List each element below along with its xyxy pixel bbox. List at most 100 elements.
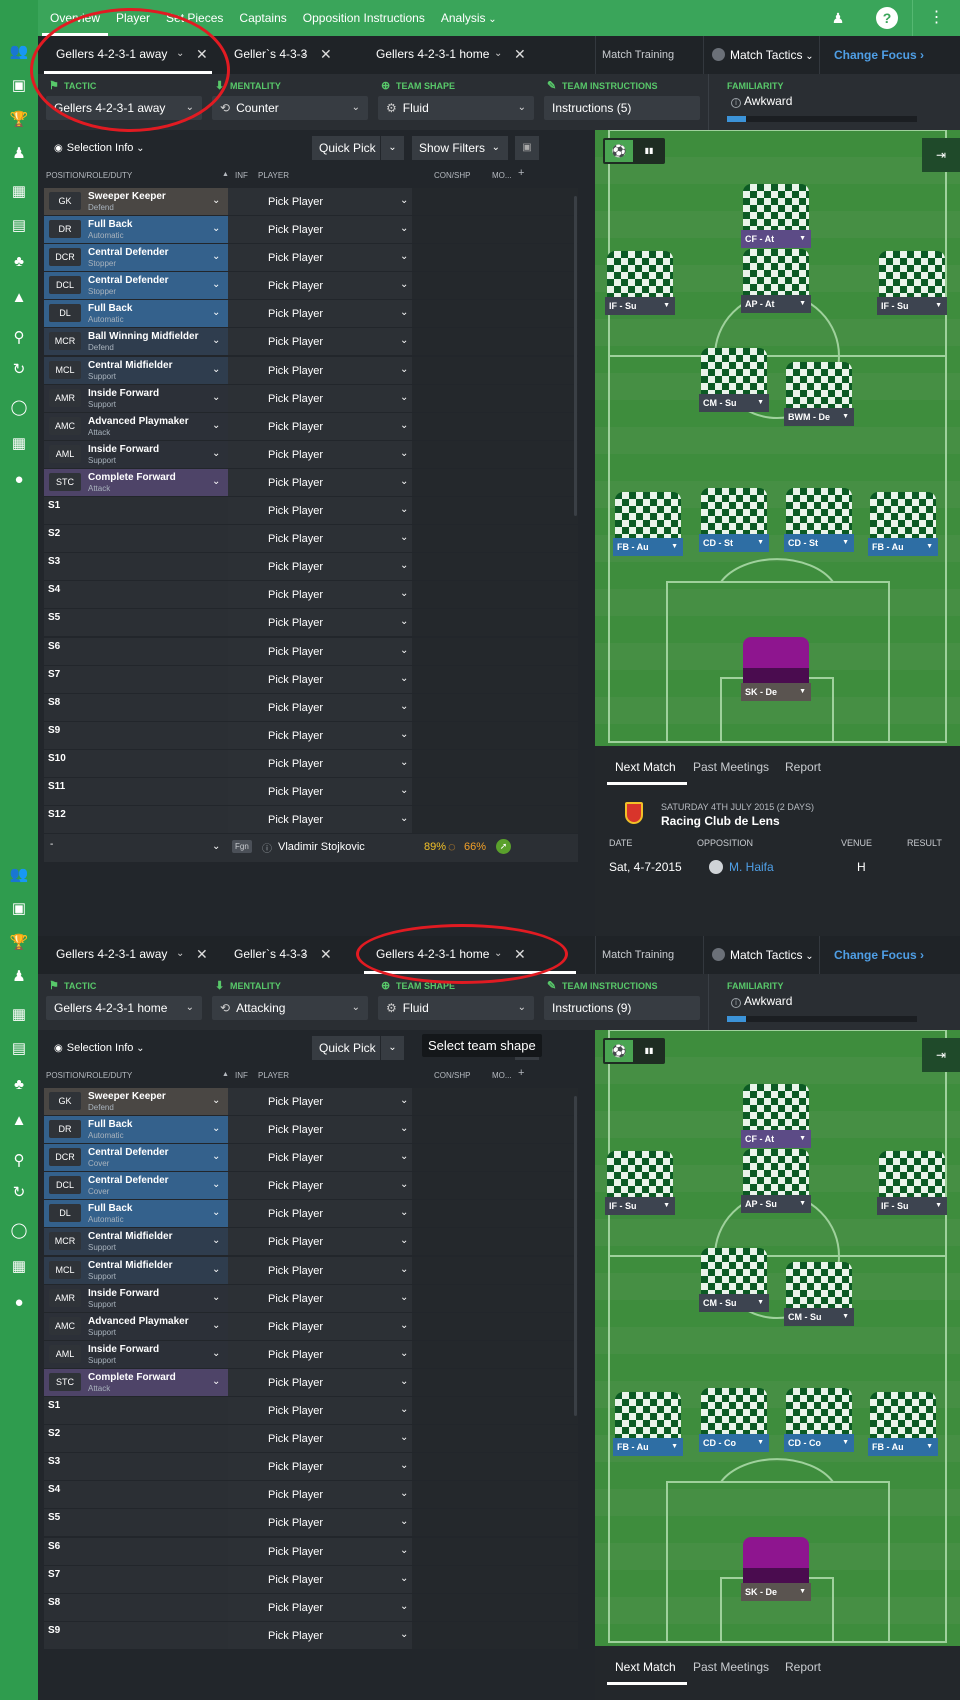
player-position-slot[interactable]: IF - Su ▼ (605, 251, 675, 315)
player-position-slot[interactable]: CM - Su ▼ (699, 348, 769, 412)
role-cell[interactable]: AMC Advanced Playmaker Support ⌄ (44, 1312, 228, 1340)
calendar-icon[interactable]: ▣ (6, 74, 32, 96)
tab-next-match[interactable]: Next Match (615, 760, 676, 774)
transfer-icon[interactable]: ↻ (6, 358, 32, 380)
add-column-icon[interactable]: + (518, 167, 524, 179)
chevron-down-icon[interactable]: ⌄ (212, 335, 220, 346)
player-picker[interactable]: Pick Player ⌄ (252, 1116, 412, 1144)
match-training-focus-button[interactable]: Match Training Focus (595, 936, 703, 999)
player-picker[interactable]: Pick Player ⌄ (252, 1284, 412, 1312)
chevron-down-icon[interactable]: ⌄ (212, 1207, 220, 1218)
show-filters-button[interactable]: Show Filters ⌄ (412, 136, 508, 160)
role-cell[interactable]: DCR Central Defender Stopper ⌄ (44, 244, 228, 272)
player-picker[interactable]: Pick Player ⌄ (252, 1340, 412, 1368)
player-picker[interactable]: Pick Player ⌄ (252, 412, 412, 440)
sort-up-icon[interactable]: ▲ (222, 171, 229, 178)
header-player[interactable]: PLAYER (258, 171, 289, 180)
close-icon[interactable]: ✕ (320, 936, 332, 972)
player-picker[interactable]: Pick Player ⌄ (252, 721, 412, 749)
chevron-down-icon[interactable]: ⌄ (212, 1292, 220, 1303)
chevron-down-icon[interactable]: ⌄ (212, 1348, 220, 1359)
shield-icon[interactable]: ◯ (6, 396, 32, 418)
close-icon[interactable]: ✕ (514, 36, 526, 72)
search-icon[interactable]: ⚲ (6, 1149, 32, 1171)
player-position-slot[interactable]: BWM - De ▼ (784, 362, 854, 426)
header-conshp[interactable]: CON/SHP (434, 171, 470, 180)
player-picker[interactable]: Pick Player ⌄ (252, 272, 412, 300)
player-picker[interactable]: Pick Player ⌄ (252, 693, 412, 721)
chevron-down-icon[interactable]: ⌄ (212, 1095, 220, 1106)
player-position-slot[interactable]: CD - St ▼ (699, 488, 769, 552)
nav-captains[interactable]: Captains (231, 0, 294, 36)
role-cell[interactable]: DCL Central Defender Stopper ⌄ (44, 272, 228, 300)
chevron-down-icon[interactable]: ⌄ (212, 251, 220, 262)
team-shape-dropdown[interactable]: ⚙ Fluid ⌄ (378, 96, 534, 120)
chevron-down-icon[interactable]: ⌄ (494, 36, 502, 72)
role-cell[interactable]: DL Full Back Automatic ⌄ (44, 1200, 228, 1228)
role-cell[interactable]: GK Sweeper Keeper Defend ⌄ (44, 1088, 228, 1115)
player-position-slot[interactable]: CF - At ▼ (741, 1084, 811, 1148)
header-mo[interactable]: MO... (492, 171, 512, 180)
role-cell[interactable]: DR Full Back Automatic ⌄ (44, 1116, 228, 1144)
header-inf[interactable]: INF (235, 171, 248, 180)
chevron-down-icon[interactable]: ⌄ (212, 279, 220, 290)
search-icon[interactable]: ⚲ (6, 326, 32, 348)
player-name[interactable]: Vladimir Stojkovic (278, 841, 365, 853)
tab-tactic-1[interactable]: Gellers 4-2-3-1 away ⌄ ✕ (44, 936, 212, 974)
selection-info-dropdown[interactable]: ◉ Selection Info ⌄ (54, 1042, 145, 1054)
pitch-view-icon[interactable]: ⚽ (605, 140, 633, 162)
player-picker[interactable]: Pick Player ⌄ (252, 216, 412, 244)
tactic-dropdown[interactable]: Gellers 4-2-3-1 away ⌄ (46, 96, 202, 120)
player-picker[interactable]: Pick Player ⌄ (252, 188, 412, 215)
player-picker[interactable]: Pick Player ⌄ (252, 1453, 412, 1481)
match-tactics-button[interactable]: Match Tactics ⌄ (703, 936, 820, 974)
player-picker[interactable]: Pick Player ⌄ (252, 553, 412, 581)
role-cell[interactable]: AMR Inside Forward Support ⌄ (44, 1284, 228, 1312)
transfer-icon[interactable]: ↻ (6, 1181, 32, 1203)
header-player[interactable]: PLAYER (258, 1071, 289, 1080)
player-position-slot[interactable]: CD - Co ▼ (699, 1388, 769, 1452)
player-picker[interactable]: Pick Player ⌄ (252, 1200, 412, 1228)
player-picker[interactable]: Pick Player ⌄ (252, 1621, 412, 1649)
role-cell[interactable]: GK Sweeper Keeper Defend ⌄ (44, 188, 228, 215)
list-scrollbar[interactable] (574, 1096, 577, 1416)
player-picker[interactable]: Pick Player ⌄ (252, 806, 412, 834)
staff-icon[interactable]: ♣ (6, 1073, 32, 1095)
squad-icon[interactable]: ♟ (6, 965, 32, 987)
role-cell[interactable]: AMR Inside Forward Support ⌄ (44, 384, 228, 412)
briefcase-icon[interactable]: ▦ (6, 432, 32, 454)
header-position[interactable]: POSITION/ROLE/DUTY (46, 1071, 132, 1080)
role-cell[interactable]: STC Complete Forward Attack ⌄ (44, 468, 228, 496)
chevron-down-icon[interactable]: ⌄ (212, 364, 220, 375)
team-instructions-dropdown[interactable]: Instructions (9) (544, 996, 700, 1020)
training-icon[interactable]: ▲ (6, 286, 32, 308)
role-cell[interactable]: AML Inside Forward Support ⌄ (44, 1340, 228, 1368)
player-picker[interactable]: Pick Player ⌄ (252, 1228, 412, 1256)
player-picker[interactable]: Pick Player ⌄ (252, 328, 412, 356)
chevron-down-icon[interactable]: ⌄ (212, 307, 220, 318)
tactic-dropdown[interactable]: Gellers 4-2-3-1 home ⌄ (46, 996, 202, 1020)
player-picker[interactable]: Pick Player ⌄ (252, 384, 412, 412)
tab-tactic-1[interactable]: Gellers 4-2-3-1 away ⌄ ✕ (44, 36, 212, 74)
notebook-icon[interactable]: ▤ (6, 214, 32, 236)
header-conshp[interactable]: CON/SHP (434, 1071, 470, 1080)
selection-info-dropdown[interactable]: ◉ Selection Info ⌄ (54, 142, 145, 154)
chevron-down-icon[interactable]: ⌄ (300, 36, 308, 72)
change-focus-link[interactable]: Change Focus › (820, 36, 924, 74)
role-cell[interactable]: MCL Central Midfielder Support ⌄ (44, 1256, 228, 1284)
training-icon[interactable]: ▲ (6, 1109, 32, 1131)
quick-pick-button[interactable]: Quick Pick ⌄ (312, 136, 404, 160)
chevron-down-icon[interactable]: ⌄ (380, 1036, 404, 1060)
team-instructions-dropdown[interactable]: Instructions (5) (544, 96, 700, 120)
header-mo[interactable]: MO... (492, 1071, 512, 1080)
player-position-slot[interactable]: CM - Su ▼ (699, 1248, 769, 1312)
next-match-opponent[interactable]: Racing Club de Lens (661, 814, 780, 828)
help-icon[interactable]: ? (876, 7, 898, 29)
player-position-slot[interactable]: FB - Au ▼ (613, 492, 683, 556)
match-training-focus-button[interactable]: Match Training Focus (595, 36, 703, 99)
player-picker[interactable]: Pick Player ⌄ (252, 1256, 412, 1284)
player-picker[interactable]: Pick Player ⌄ (252, 777, 412, 805)
player-position-slot[interactable]: FB - Au ▼ (868, 492, 938, 556)
menu-dots-icon[interactable]: ⋮ (912, 0, 960, 36)
role-cell[interactable]: STC Complete Forward Attack ⌄ (44, 1368, 228, 1396)
